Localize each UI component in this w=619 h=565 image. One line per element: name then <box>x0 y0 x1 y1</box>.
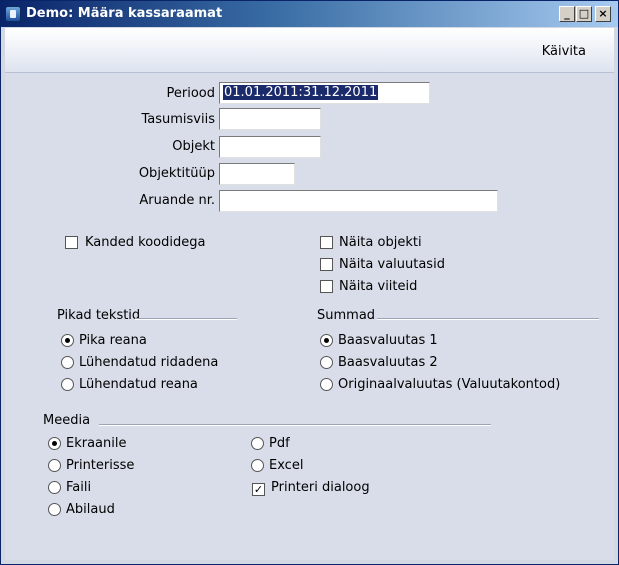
maximize-button[interactable]: □ <box>576 6 592 22</box>
long-texts-divider <box>135 318 237 320</box>
period-value: 01.01.2011:31.12.2011 <box>223 85 379 100</box>
media-option-5-label: Excel <box>269 458 304 473</box>
object-input[interactable] <box>219 136 321 158</box>
report-no-label: Aruande nr. <box>139 193 215 208</box>
codes-checkbox[interactable] <box>65 236 78 249</box>
long-text-option-1-radio[interactable] <box>61 356 74 369</box>
media-option-0-label: Ekraanile <box>66 436 127 451</box>
window-title: Demo: Määra kassaraamat <box>26 6 223 21</box>
media-option-1-radio[interactable] <box>48 459 61 472</box>
sums-option-2-radio[interactable] <box>320 378 333 391</box>
payment-input[interactable] <box>219 108 321 130</box>
object-label: Objekt <box>172 139 215 154</box>
media-option-5-radio[interactable] <box>251 459 264 472</box>
period-label: Periood <box>166 86 216 101</box>
object-type-label: Objektitüüp <box>138 166 215 181</box>
show-currencies-label: Näita valuutasid <box>339 257 445 272</box>
sums-option-1-radio[interactable] <box>320 356 333 369</box>
long-text-option-2-radio[interactable] <box>61 378 74 391</box>
payment-label: Tasumisviis <box>141 112 215 127</box>
long-text-option-2-label: Lühendatud reana <box>79 377 198 392</box>
show-currencies-checkbox[interactable] <box>320 258 333 271</box>
toolbar: Käivita <box>5 28 614 73</box>
object-type-input[interactable] <box>219 163 295 185</box>
media-group-title: Meedia <box>43 413 91 428</box>
show-objects-checkbox[interactable] <box>320 236 333 249</box>
dialog-body: Käivita Periood 01.01.2011:31.12.2011 Ta… <box>5 28 614 560</box>
title-bar[interactable]: Demo: Määra kassaraamat _ □ × <box>1 1 618 27</box>
media-option-2-radio[interactable] <box>48 481 61 494</box>
sums-option-0-label: Baasvaluutas 1 <box>338 333 438 348</box>
run-button[interactable]: Käivita <box>542 44 586 59</box>
minimize-button[interactable]: _ <box>559 6 575 22</box>
media-option-4-radio[interactable] <box>251 437 264 450</box>
app-icon <box>5 6 21 22</box>
sums-divider <box>377 318 599 320</box>
show-refs-checkbox[interactable] <box>320 280 333 293</box>
printer-dialog-label: Printeri dialoog <box>271 480 370 495</box>
sums-group-title: Summad <box>317 308 376 323</box>
media-option-3-radio[interactable] <box>48 503 61 516</box>
media-option-3-label: Abilaud <box>66 502 115 517</box>
codes-label: Kanded koodidega <box>85 235 206 250</box>
long-text-option-1-label: Lühendatud ridadena <box>79 355 219 370</box>
close-button[interactable]: × <box>595 6 611 22</box>
media-divider <box>99 424 491 426</box>
show-refs-label: Näita viiteid <box>339 279 418 294</box>
printer-dialog-checkbox[interactable]: ✓ <box>252 483 265 496</box>
sums-option-2-label: Originaalvaluutas (Valuutakontod) <box>338 377 561 392</box>
sums-option-0-radio[interactable] <box>320 334 333 347</box>
media-option-4-label: Pdf <box>269 436 290 451</box>
long-text-option-0-label: Pika reana <box>79 333 147 348</box>
media-option-1-label: Printerisse <box>66 458 135 473</box>
show-objects-label: Näita objekti <box>339 235 422 250</box>
period-input[interactable]: 01.01.2011:31.12.2011 <box>219 82 430 104</box>
report-no-input[interactable] <box>219 190 498 212</box>
long-texts-group-title: Pikad tekstid <box>57 308 141 323</box>
media-option-0-radio[interactable] <box>48 437 61 450</box>
sums-option-1-label: Baasvaluutas 2 <box>338 355 438 370</box>
long-text-option-0-radio[interactable] <box>61 334 74 347</box>
app-window: Demo: Määra kassaraamat _ □ × Käivita Pe… <box>0 0 619 565</box>
media-option-2-label: Faili <box>66 480 92 495</box>
